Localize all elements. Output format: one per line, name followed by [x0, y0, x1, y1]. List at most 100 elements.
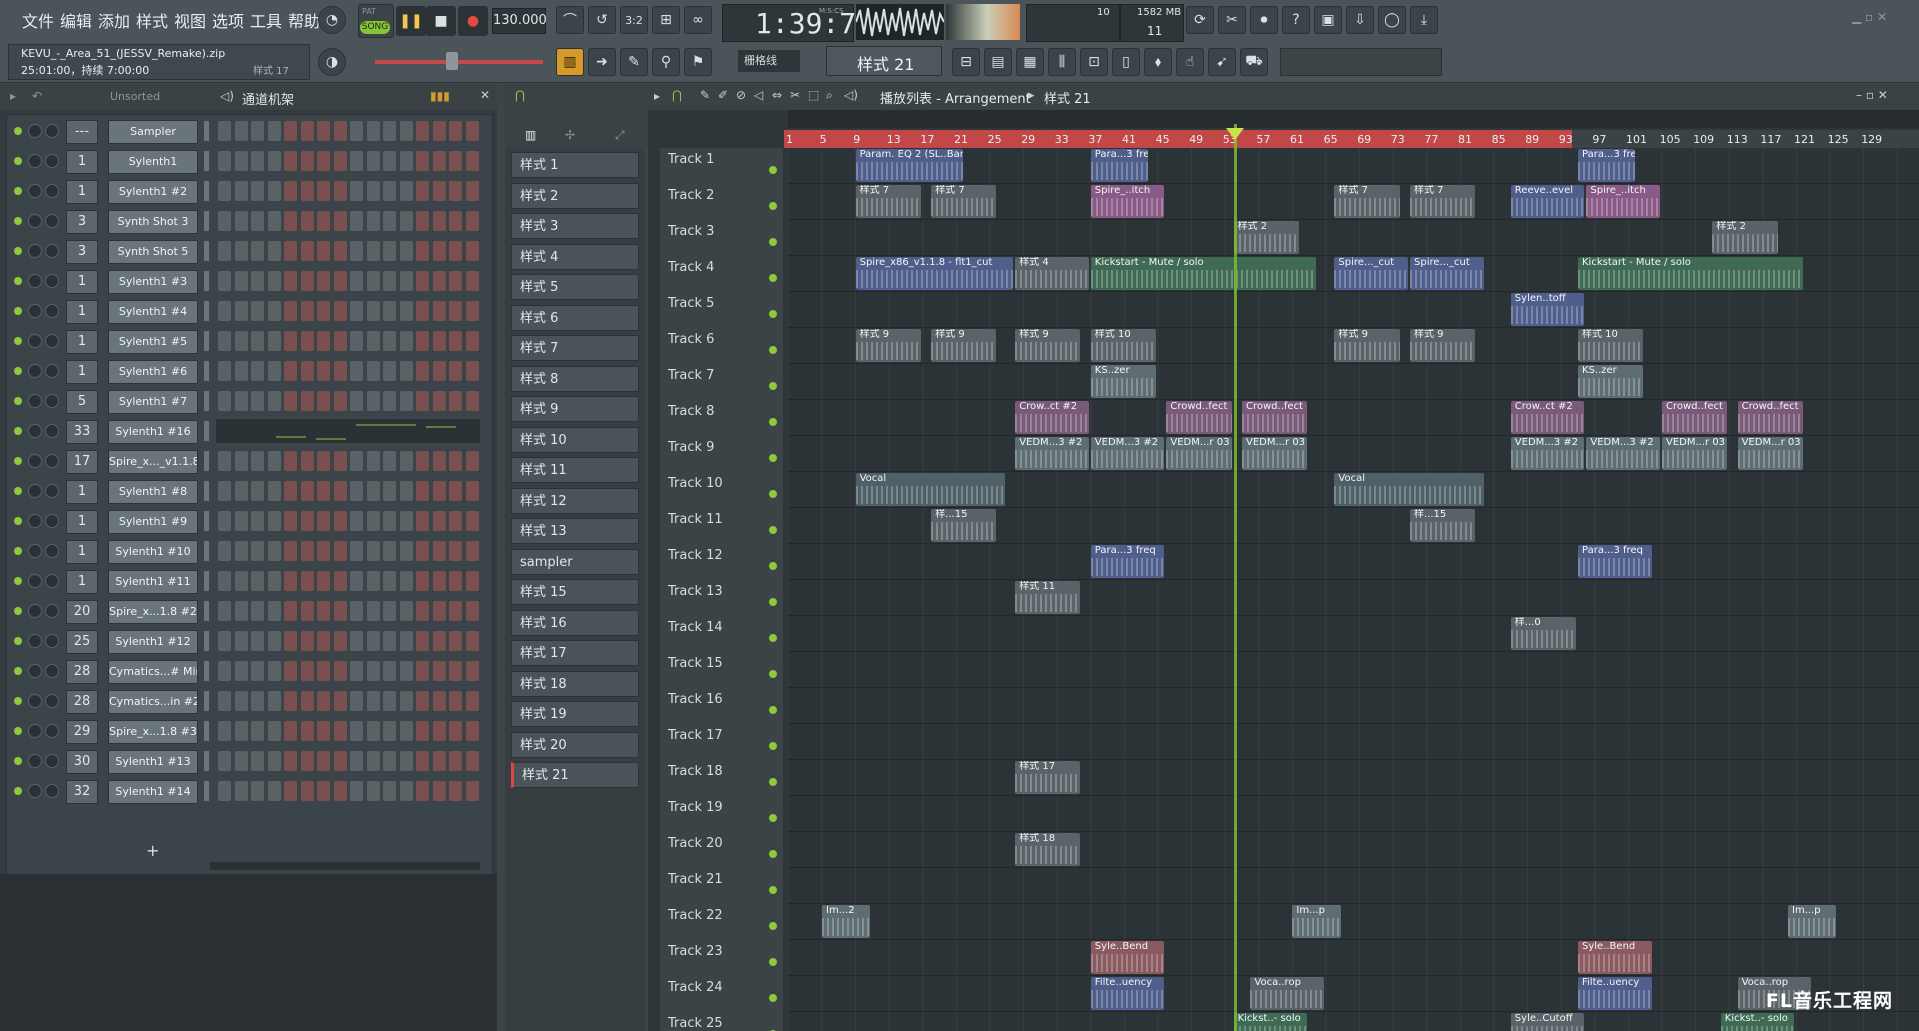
stamp-icon[interactable]: ⚑	[684, 48, 712, 76]
step-button[interactable]	[251, 601, 264, 621]
step-button[interactable]	[218, 721, 231, 741]
channel-select[interactable]	[204, 181, 209, 201]
step-button[interactable]	[350, 541, 363, 561]
channel-row[interactable]: 1 Sylenth1 #3	[8, 268, 488, 294]
menu-4[interactable]: 样式	[136, 8, 168, 32]
channel-pan-knob[interactable]	[28, 244, 42, 258]
step-button[interactable]	[399, 751, 413, 771]
step-button[interactable]	[333, 391, 347, 411]
tutorial-icon[interactable]: ➹	[1208, 48, 1236, 76]
step-button[interactable]	[432, 121, 446, 141]
channel-pan-knob[interactable]	[28, 304, 42, 318]
channel-name-button[interactable]: Sylenth1 #6	[108, 360, 198, 384]
playlist-clip[interactable]: Spire_x86_v1.1.8 - flt1_cut	[855, 257, 1014, 290]
track-mute-led[interactable]	[769, 454, 777, 462]
step-button[interactable]	[267, 301, 281, 321]
step-button[interactable]	[399, 691, 413, 711]
step-button[interactable]	[416, 601, 429, 621]
step-button[interactable]	[251, 331, 264, 351]
channel-mixer-track[interactable]: 3	[66, 210, 98, 234]
undo-icon[interactable]: ↶	[32, 89, 42, 103]
step-button[interactable]	[251, 391, 264, 411]
step-button[interactable]	[366, 181, 380, 201]
link-icon[interactable]: ⚲	[652, 48, 680, 76]
channel-volume-knob[interactable]	[45, 184, 59, 198]
step-button[interactable]	[251, 241, 264, 261]
step-button[interactable]	[251, 121, 264, 141]
channel-row[interactable]: 28 Cymatics...# Min	[8, 658, 488, 684]
step-button[interactable]	[366, 271, 380, 291]
step-button[interactable]	[284, 241, 297, 261]
step-button[interactable]	[416, 571, 429, 591]
menu-7[interactable]: 工具	[250, 8, 282, 32]
menu-3[interactable]: 添加	[98, 8, 130, 32]
select-tool-icon[interactable]: ⬚	[808, 88, 819, 102]
step-button[interactable]	[416, 631, 429, 651]
step-button[interactable]	[251, 301, 264, 321]
playlist-clip[interactable]: 样式 4	[1015, 257, 1089, 290]
step-button[interactable]	[300, 631, 314, 651]
mute-tool-icon[interactable]: ◁	[754, 88, 763, 102]
step-button[interactable]	[218, 511, 231, 531]
pattern-item[interactable]: 样式 9	[511, 396, 639, 422]
channel-pan-knob[interactable]	[28, 574, 42, 588]
track-header[interactable]: Track 9	[660, 436, 783, 473]
playlist-clip[interactable]: 样式 10	[1090, 329, 1156, 362]
step-button[interactable]	[251, 511, 264, 531]
step-button[interactable]	[449, 121, 462, 141]
channel-name-button[interactable]: Sylenth1 #11	[108, 570, 198, 594]
step-button[interactable]	[432, 181, 446, 201]
channel-mixer-track[interactable]: 5	[66, 390, 98, 414]
step-button[interactable]	[366, 571, 380, 591]
save-icon[interactable]: ▣	[1314, 6, 1342, 34]
track-header[interactable]: Track 5	[660, 292, 783, 329]
pattern-item[interactable]: 样式 13	[511, 518, 639, 544]
automation-icon[interactable]: ⤢	[615, 128, 625, 143]
step-button[interactable]	[300, 541, 314, 561]
step-button[interactable]	[350, 601, 363, 621]
step-button[interactable]	[333, 541, 347, 561]
channel-select[interactable]	[204, 391, 209, 411]
cart-icon[interactable]: ⛟	[1240, 48, 1268, 76]
channel-pan-knob[interactable]	[28, 184, 42, 198]
step-button[interactable]	[350, 751, 363, 771]
snap-select[interactable]: 栅格线	[738, 50, 800, 72]
step-button[interactable]	[218, 211, 231, 231]
step-button[interactable]	[350, 481, 363, 501]
channel-enable-led[interactable]	[14, 337, 22, 345]
step-button[interactable]	[432, 391, 446, 411]
channel-row[interactable]: 1 Sylenth1 #9	[8, 508, 488, 534]
step-button[interactable]	[465, 661, 479, 681]
step-button[interactable]	[416, 661, 429, 681]
step-button[interactable]	[366, 751, 380, 771]
step-button[interactable]	[366, 541, 380, 561]
pattern-item[interactable]: 样式 20	[511, 731, 639, 758]
step-button[interactable]	[350, 721, 363, 741]
track-mute-led[interactable]	[769, 382, 777, 390]
step-button[interactable]	[399, 301, 413, 321]
draw-tool-icon[interactable]: ✎	[700, 88, 710, 102]
step-button[interactable]	[416, 151, 429, 171]
step-button[interactable]	[465, 331, 479, 351]
channel-mixer-track[interactable]: 1	[66, 270, 98, 294]
step-button[interactable]	[366, 631, 380, 651]
step-button[interactable]	[218, 451, 231, 471]
channel-name-button[interactable]: Sampler	[108, 120, 198, 144]
step-button[interactable]	[284, 451, 297, 471]
step-button[interactable]	[234, 241, 248, 261]
step-button[interactable]	[317, 511, 330, 531]
channel-mixer-track[interactable]: 1	[66, 540, 98, 564]
playlist-clip[interactable]: Kickstart - Mute / solo	[1578, 257, 1803, 290]
channel-name-button[interactable]: Sylenth1 #5	[108, 330, 198, 354]
channel-row[interactable]: 1 Sylenth1	[8, 148, 488, 174]
step-button[interactable]	[366, 121, 380, 141]
step-button[interactable]	[234, 301, 248, 321]
step-button[interactable]	[300, 151, 314, 171]
channel-enable-led[interactable]	[14, 397, 22, 405]
channel-select[interactable]	[204, 211, 209, 231]
step-button[interactable]	[416, 691, 429, 711]
playlist-clip[interactable]: 样...0	[1510, 617, 1576, 650]
channel-name-button[interactable]: Spire_x...1.8 #3	[108, 720, 198, 744]
tempo-knob-icon[interactable]: ◔	[318, 6, 346, 34]
step-button[interactable]	[449, 211, 462, 231]
